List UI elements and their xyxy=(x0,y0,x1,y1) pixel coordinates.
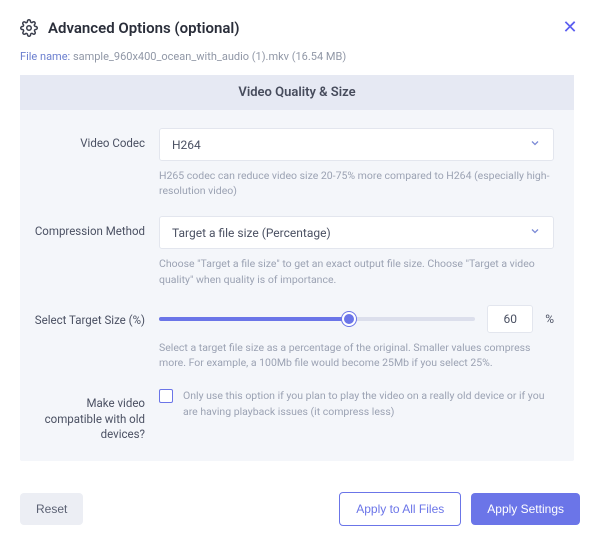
slider-fill xyxy=(159,317,349,321)
apply-all-button[interactable]: Apply to All Files xyxy=(339,492,461,526)
video-codec-help: H265 codec can reduce video size 20-75% … xyxy=(159,168,554,198)
scroll-area[interactable]: Video Quality & Size Video Codec H264 H2… xyxy=(20,75,580,478)
file-name-line: File name: sample_960x400_ocean_with_aud… xyxy=(20,50,580,63)
video-codec-value: H264 xyxy=(172,138,201,152)
file-name-value: sample_960x400_ocean_with_audio (1).mkv … xyxy=(73,50,346,63)
compat-help: Only use this option if you plan to play… xyxy=(183,388,554,418)
video-codec-control: H264 H265 codec can reduce video size 20… xyxy=(159,128,554,198)
compression-method-select[interactable]: Target a file size (Percentage) xyxy=(159,216,554,249)
slider-thumb[interactable] xyxy=(342,312,356,326)
target-size-row: Select Target Size (%) 60 % xyxy=(30,305,554,370)
apply-settings-button[interactable]: Apply Settings xyxy=(471,493,580,525)
compat-checkbox[interactable] xyxy=(159,389,173,403)
compression-method-value: Target a file size (Percentage) xyxy=(172,226,331,240)
modal-title: Advanced Options (optional) xyxy=(48,19,550,37)
compression-method-help: Choose "Target a file size" to get an ex… xyxy=(159,256,554,286)
compat-row: Make video compatible with old devices? … xyxy=(30,388,554,443)
panel-body: Video Codec H264 H265 codec can reduce v… xyxy=(20,110,574,461)
compat-control: Only use this option if you plan to play… xyxy=(159,388,554,443)
reset-button[interactable]: Reset xyxy=(20,493,83,525)
close-icon: ✕ xyxy=(562,19,577,37)
modal-header: Advanced Options (optional) ✕ xyxy=(20,18,580,38)
video-quality-panel: Video Quality & Size Video Codec H264 H2… xyxy=(20,75,574,461)
chevron-down-icon xyxy=(529,225,541,240)
modal-footer: Reset Apply to All Files Apply Settings xyxy=(20,478,580,526)
target-size-input[interactable]: 60 xyxy=(487,305,533,333)
close-button[interactable]: ✕ xyxy=(560,18,580,38)
compat-label: Make video compatible with old devices? xyxy=(30,388,145,443)
compat-checkbox-row: Only use this option if you plan to play… xyxy=(159,388,554,418)
video-codec-row: Video Codec H264 H265 codec can reduce v… xyxy=(30,128,554,198)
video-codec-label: Video Codec xyxy=(30,128,145,198)
chevron-down-icon xyxy=(529,137,541,152)
gear-icon xyxy=(20,19,38,37)
compression-method-row: Compression Method Target a file size (P… xyxy=(30,216,554,286)
target-size-slider[interactable] xyxy=(159,311,475,327)
target-size-help: Select a target file size as a percentag… xyxy=(159,340,554,370)
percent-symbol: % xyxy=(545,312,554,326)
compression-method-control: Target a file size (Percentage) Choose "… xyxy=(159,216,554,286)
target-size-label: Select Target Size (%) xyxy=(30,305,145,370)
panel-title: Video Quality & Size xyxy=(20,75,574,110)
slider-track xyxy=(159,317,475,321)
file-name-label: File name: xyxy=(20,50,70,63)
target-size-control: 60 % Select a target file size as a perc… xyxy=(159,305,554,370)
video-codec-select[interactable]: H264 xyxy=(159,128,554,161)
advanced-options-modal: Advanced Options (optional) ✕ File name:… xyxy=(0,0,600,542)
compression-method-label: Compression Method xyxy=(30,216,145,286)
target-size-slider-row: 60 % xyxy=(159,305,554,333)
